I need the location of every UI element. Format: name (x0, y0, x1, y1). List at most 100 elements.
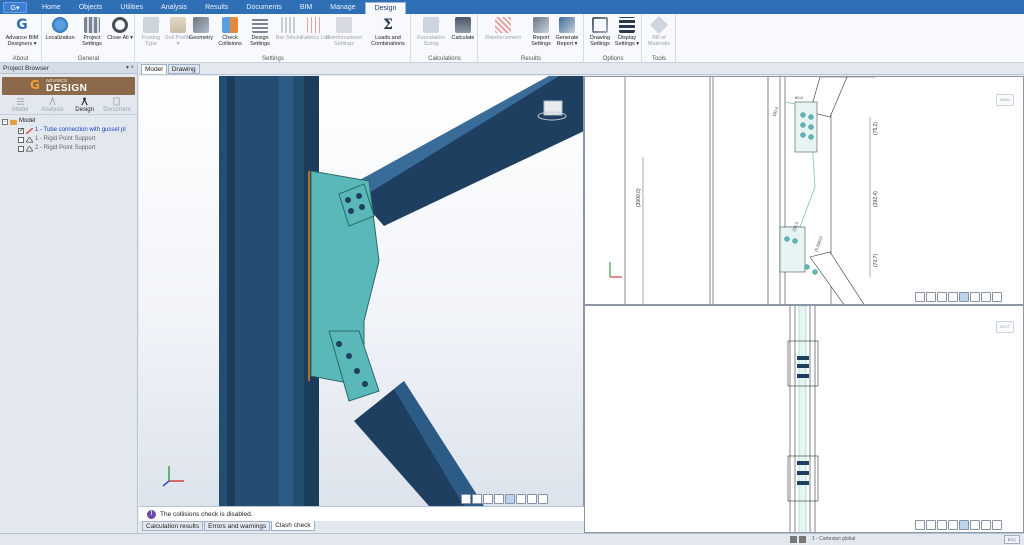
geometry-button[interactable]: Geometry (186, 17, 216, 41)
mode-design[interactable]: Design (70, 97, 100, 114)
menu-tab-analysis[interactable]: Analysis (152, 2, 196, 14)
zoom-icon[interactable] (992, 292, 1002, 302)
menu-tab-bim[interactable]: BIM (291, 2, 321, 14)
layers-icon (619, 17, 635, 33)
section-icon[interactable] (981, 520, 991, 530)
footing-type-button[interactable]: Footing Type (136, 17, 166, 47)
section-icon[interactable] (981, 292, 991, 302)
side-drawing[interactable] (585, 306, 1024, 533)
status-toggle[interactable]: ECC ECC ECC ECC ECC (1004, 535, 1020, 545)
design-settings-button[interactable]: Design Settings (245, 17, 275, 47)
tree-item-support-2[interactable]: 2 - Rigid Point Support (2, 144, 135, 153)
zoom-extents-icon[interactable] (937, 292, 947, 302)
tree-item-label: 2 - Rigid Point Support (35, 145, 96, 151)
checkbox-icon[interactable] (18, 136, 24, 143)
application-menu-button[interactable]: G▾ (3, 2, 27, 13)
section-icon[interactable] (527, 494, 537, 504)
collapse-icon[interactable]: − (2, 118, 8, 125)
mode-model[interactable]: Model (5, 97, 35, 114)
geometry-label: Geometry (188, 35, 214, 41)
3d-scene[interactable] (139, 76, 584, 506)
localization-button[interactable]: Localization (45, 17, 75, 41)
dimension-label: (392,4) (873, 191, 879, 207)
mode-analysis[interactable]: Analysis (37, 97, 67, 114)
check-collisions-button[interactable]: Check Collisions (215, 17, 245, 47)
model-3d-viewport[interactable] (139, 76, 584, 506)
menu-tab-objects[interactable]: Objects (70, 2, 112, 14)
side-drawing-viewport[interactable]: ROOT (584, 305, 1024, 533)
ribbon-group-tools: Bill of Materials Tools (643, 14, 676, 63)
perspective-icon[interactable] (970, 520, 980, 530)
dimension-label: 150,0 (771, 105, 779, 117)
cursor-icon[interactable] (926, 292, 936, 302)
pan-icon[interactable] (948, 292, 958, 302)
mode-document[interactable]: Document (102, 97, 132, 114)
cursor-icon[interactable] (472, 494, 482, 504)
sigma-icon: Σ (383, 17, 393, 33)
bill-of-materials-button[interactable]: Bill of Materials (644, 15, 674, 47)
foundation-sizing-button[interactable]: Foundation Sizing (414, 17, 448, 47)
zoom-extents-icon[interactable] (937, 520, 947, 530)
menu-tab-utilities[interactable]: Utilities (111, 2, 152, 14)
soil-icon (170, 17, 186, 33)
snap-icon[interactable] (790, 536, 797, 543)
menu-tab-results[interactable]: Results (196, 2, 237, 14)
display-settings-button[interactable]: Display Settings ▾ (612, 17, 642, 47)
render-mode-icon[interactable] (959, 520, 969, 530)
ribbon-group-label: General (77, 56, 100, 62)
checkbox-checked-icon[interactable]: ✓ (18, 127, 24, 134)
drawing-settings-button[interactable]: Drawing Settings (585, 17, 615, 47)
menu-tab-documents[interactable]: Documents (237, 2, 290, 14)
tab-clash-check[interactable]: Clash check (271, 521, 315, 531)
render-mode-icon[interactable] (505, 494, 515, 504)
tab-errors-and-warnings[interactable]: Errors and warnings (204, 521, 271, 531)
collapse-icon[interactable] (538, 494, 548, 504)
advance-bim-designers-button[interactable]: G Advance BIM Designers ▾ (4, 17, 40, 47)
perspective-icon[interactable] (516, 494, 526, 504)
front-drawing[interactable]: (3000,0) (75,2) (392,4) (70,7) 60,0 150,… (585, 77, 1024, 305)
grid-icon[interactable] (799, 536, 806, 543)
pan-icon[interactable] (494, 494, 504, 504)
print-icon[interactable] (915, 292, 925, 302)
report-icon (559, 17, 575, 33)
tree-item-label: 1 - Tube connection with gusset pl (35, 127, 126, 133)
tree-item-connection[interactable]: ✓ 1 - Tube connection with gusset pl (2, 126, 135, 135)
project-settings-button[interactable]: Project Settings (77, 17, 107, 47)
front-drawing-viewport[interactable]: (3000,0) (75,2) (392,4) (70,7) 60,0 150,… (584, 76, 1024, 305)
tab-calculation-results[interactable]: Calculation results (142, 521, 204, 531)
foundation-icon (423, 17, 439, 33)
tree-item-model[interactable]: − Model (2, 117, 135, 126)
tab-model[interactable]: Model (141, 64, 167, 74)
tab-drawing[interactable]: Drawing (167, 64, 200, 74)
coordinate-system-label[interactable]: 1 - Cartesian global (812, 536, 855, 542)
tree-item-support-1[interactable]: 1 - Rigid Point Support (2, 135, 135, 144)
print-icon[interactable] (915, 520, 925, 530)
checkbox-icon[interactable] (18, 145, 24, 152)
loads-and-combinations-button[interactable]: Σ Loads and Combinations (368, 17, 408, 47)
render-mode-icon[interactable] (959, 292, 969, 302)
tree-item-label: Model (19, 118, 36, 124)
reinforcement-button[interactable]: Reinforcement (481, 17, 525, 41)
zoom-extents-icon[interactable] (483, 494, 493, 504)
view-hint-button[interactable]: ROOT (996, 321, 1014, 333)
project-browser-title: Project Browser ▾ × (0, 63, 137, 74)
menu-tab-design[interactable]: Design (364, 2, 407, 14)
mode-model-label: Model (11, 107, 29, 113)
menu-tab-home[interactable]: Home (33, 2, 70, 14)
view-hint-button[interactable]: MENU (996, 94, 1014, 106)
pin-close-icon[interactable]: ▾ × (126, 63, 134, 74)
print-icon[interactable] (461, 494, 471, 504)
tree-item-label: 1 - Rigid Point Support (35, 136, 96, 142)
drawing-settings-icon (592, 17, 608, 33)
advance-design-logo: G ADVANCE DESIGN (2, 77, 135, 95)
model-mode-icon (16, 98, 24, 105)
zoom-icon[interactable] (992, 520, 1002, 530)
perspective-icon[interactable] (970, 292, 980, 302)
close-all-button[interactable]: Close All ▾ (105, 17, 135, 41)
calculate-button[interactable]: Calculate (448, 17, 478, 41)
pan-icon[interactable] (948, 520, 958, 530)
menu-tab-manage[interactable]: Manage (321, 2, 364, 14)
generate-report-button[interactable]: Generate Report ▾ (552, 17, 582, 47)
cursor-icon[interactable] (926, 520, 936, 530)
reinforcement-settings-button[interactable]: Reinforcement Settings (326, 17, 362, 47)
